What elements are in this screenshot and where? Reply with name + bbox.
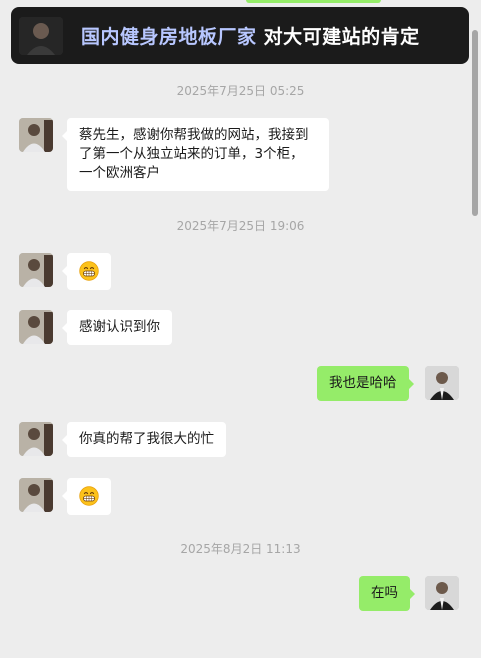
self-message-bubble[interactable]: 在吗 bbox=[359, 576, 415, 611]
message-bubble[interactable]: 你真的帮了我很大的忙 bbox=[62, 422, 226, 457]
contact-avatar[interactable] bbox=[19, 253, 53, 287]
scrollbar[interactable] bbox=[472, 30, 478, 216]
grinning-face-icon bbox=[79, 261, 99, 281]
contact-avatar[interactable] bbox=[19, 310, 53, 344]
banner-title: 国内健身房地板厂家 对大可建站的肯定 bbox=[81, 22, 420, 49]
timestamp: 2025年8月2日 11:13 bbox=[180, 542, 301, 556]
previous-message-edge bbox=[246, 0, 381, 3]
emoji-message-bubble[interactable] bbox=[62, 478, 111, 515]
grinning-face-icon bbox=[79, 486, 99, 506]
title-banner: 国内健身房地板厂家 对大可建站的肯定 bbox=[11, 7, 469, 64]
self-message-bubble[interactable]: 我也是哈哈 bbox=[317, 366, 413, 401]
contact-avatar[interactable] bbox=[19, 422, 53, 456]
banner-avatar bbox=[19, 16, 63, 55]
timestamp: 2025年7月25日 19:06 bbox=[176, 219, 305, 233]
timestamp: 2025年7月25日 05:25 bbox=[176, 84, 305, 98]
banner-title-rest: 对大可建站的肯定 bbox=[256, 26, 420, 48]
banner-title-highlight: 国内健身房地板厂家 bbox=[81, 26, 257, 48]
emoji-message-bubble[interactable] bbox=[62, 253, 111, 290]
message-text: 你真的帮了我很大的忙 bbox=[79, 431, 214, 447]
message-text: 感谢认识到你 bbox=[79, 319, 160, 335]
self-avatar[interactable] bbox=[425, 576, 459, 610]
message-text: 在吗 bbox=[371, 585, 398, 601]
message-bubble[interactable]: 蔡先生，感谢你帮我做的网站，我接到了第一个从独立站来的订单，3个柜，一个欧洲客户 bbox=[62, 118, 329, 191]
contact-avatar[interactable] bbox=[19, 118, 53, 152]
message-text: 我也是哈哈 bbox=[329, 375, 397, 391]
self-avatar[interactable] bbox=[425, 366, 459, 400]
contact-avatar[interactable] bbox=[19, 478, 53, 512]
message-bubble[interactable]: 感谢认识到你 bbox=[62, 310, 172, 345]
message-text: 蔡先生，感谢你帮我做的网站，我接到了第一个从独立站来的订单，3个柜，一个欧洲客户 bbox=[79, 127, 309, 181]
